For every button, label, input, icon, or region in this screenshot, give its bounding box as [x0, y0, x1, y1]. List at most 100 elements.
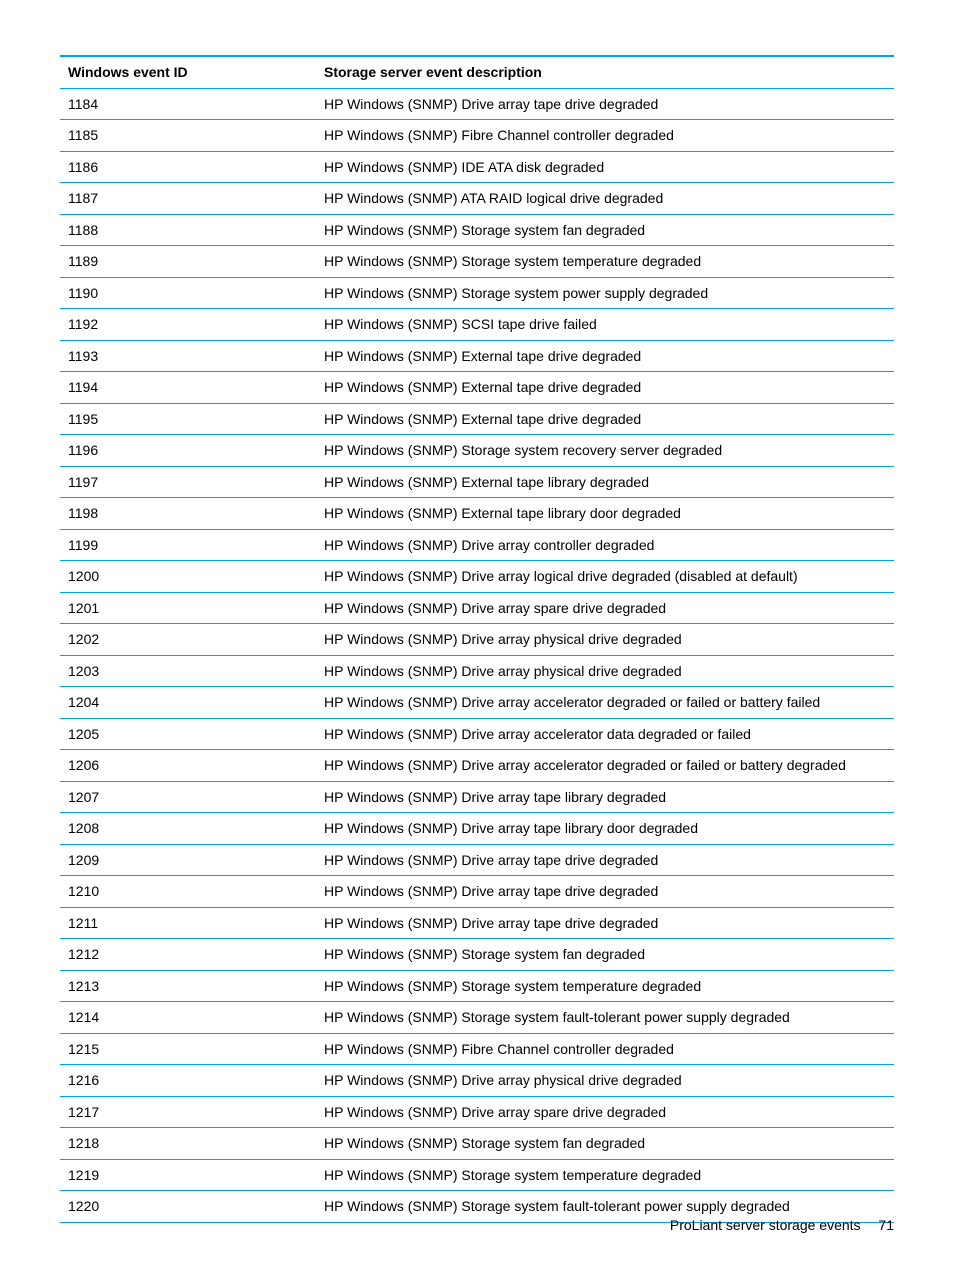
cell-event-description: HP Windows (SNMP) Drive array controller…: [316, 529, 894, 561]
table-row: 1199HP Windows (SNMP) Drive array contro…: [60, 529, 894, 561]
cell-event-description: HP Windows (SNMP) Drive array physical d…: [316, 624, 894, 656]
cell-event-description: HP Windows (SNMP) Drive array tape drive…: [316, 907, 894, 939]
table-row: 1211HP Windows (SNMP) Drive array tape d…: [60, 907, 894, 939]
cell-event-id: 1201: [60, 592, 316, 624]
cell-event-id: 1210: [60, 876, 316, 908]
cell-event-description: HP Windows (SNMP) Storage system tempera…: [316, 1159, 894, 1191]
table-row: 1202HP Windows (SNMP) Drive array physic…: [60, 624, 894, 656]
table-row: 1206HP Windows (SNMP) Drive array accele…: [60, 750, 894, 782]
cell-event-id: 1197: [60, 466, 316, 498]
cell-event-id: 1206: [60, 750, 316, 782]
cell-event-description: HP Windows (SNMP) Drive array physical d…: [316, 655, 894, 687]
table-row: 1184HP Windows (SNMP) Drive array tape d…: [60, 88, 894, 120]
table-row: 1209HP Windows (SNMP) Drive array tape d…: [60, 844, 894, 876]
cell-event-description: HP Windows (SNMP) Drive array logical dr…: [316, 561, 894, 593]
cell-event-id: 1184: [60, 88, 316, 120]
cell-event-description: HP Windows (SNMP) Drive array spare driv…: [316, 592, 894, 624]
cell-event-id: 1196: [60, 435, 316, 467]
cell-event-description: HP Windows (SNMP) Drive array accelerato…: [316, 718, 894, 750]
table-row: 1208HP Windows (SNMP) Drive array tape l…: [60, 813, 894, 845]
table-row: 1198HP Windows (SNMP) External tape libr…: [60, 498, 894, 530]
cell-event-id: 1218: [60, 1128, 316, 1160]
table-row: 1187HP Windows (SNMP) ATA RAID logical d…: [60, 183, 894, 215]
table-header-row: Windows event ID Storage server event de…: [60, 56, 894, 88]
cell-event-description: HP Windows (SNMP) Drive array spare driv…: [316, 1096, 894, 1128]
table-row: 1185HP Windows (SNMP) Fibre Channel cont…: [60, 120, 894, 152]
table-row: 1195HP Windows (SNMP) External tape driv…: [60, 403, 894, 435]
cell-event-description: HP Windows (SNMP) Drive array physical d…: [316, 1065, 894, 1097]
cell-event-id: 1216: [60, 1065, 316, 1097]
table-row: 1216HP Windows (SNMP) Drive array physic…: [60, 1065, 894, 1097]
table-row: 1213HP Windows (SNMP) Storage system tem…: [60, 970, 894, 1002]
cell-event-id: 1209: [60, 844, 316, 876]
table-row: 1196HP Windows (SNMP) Storage system rec…: [60, 435, 894, 467]
events-table: Windows event ID Storage server event de…: [60, 55, 894, 1223]
header-event-description: Storage server event description: [316, 56, 894, 88]
cell-event-id: 1220: [60, 1191, 316, 1223]
cell-event-description: HP Windows (SNMP) Storage system fan deg…: [316, 1128, 894, 1160]
cell-event-description: HP Windows (SNMP) Storage system tempera…: [316, 246, 894, 278]
cell-event-id: 1186: [60, 151, 316, 183]
cell-event-description: HP Windows (SNMP) Storage system recover…: [316, 435, 894, 467]
table-row: 1189HP Windows (SNMP) Storage system tem…: [60, 246, 894, 278]
cell-event-description: HP Windows (SNMP) Drive array tape libra…: [316, 813, 894, 845]
header-event-id: Windows event ID: [60, 56, 316, 88]
cell-event-description: HP Windows (SNMP) External tape library …: [316, 466, 894, 498]
table-row: 1192HP Windows (SNMP) SCSI tape drive fa…: [60, 309, 894, 341]
page-number: 71: [878, 1217, 894, 1233]
cell-event-id: 1217: [60, 1096, 316, 1128]
table-row: 1197HP Windows (SNMP) External tape libr…: [60, 466, 894, 498]
cell-event-id: 1187: [60, 183, 316, 215]
cell-event-description: HP Windows (SNMP) Storage system fault-t…: [316, 1002, 894, 1034]
cell-event-id: 1190: [60, 277, 316, 309]
table-row: 1194HP Windows (SNMP) External tape driv…: [60, 372, 894, 404]
table-row: 1215HP Windows (SNMP) Fibre Channel cont…: [60, 1033, 894, 1065]
table-row: 1217HP Windows (SNMP) Drive array spare …: [60, 1096, 894, 1128]
cell-event-description: HP Windows (SNMP) Storage system tempera…: [316, 970, 894, 1002]
cell-event-id: 1205: [60, 718, 316, 750]
table-row: 1201HP Windows (SNMP) Drive array spare …: [60, 592, 894, 624]
table-row: 1203HP Windows (SNMP) Drive array physic…: [60, 655, 894, 687]
cell-event-description: HP Windows (SNMP) Drive array tape drive…: [316, 88, 894, 120]
cell-event-description: HP Windows (SNMP) SCSI tape drive failed: [316, 309, 894, 341]
cell-event-description: HP Windows (SNMP) External tape library …: [316, 498, 894, 530]
cell-event-description: HP Windows (SNMP) IDE ATA disk degraded: [316, 151, 894, 183]
cell-event-id: 1192: [60, 309, 316, 341]
cell-event-id: 1193: [60, 340, 316, 372]
cell-event-id: 1194: [60, 372, 316, 404]
cell-event-description: HP Windows (SNMP) Drive array tape libra…: [316, 781, 894, 813]
cell-event-description: HP Windows (SNMP) Drive array tape drive…: [316, 876, 894, 908]
cell-event-description: HP Windows (SNMP) Drive array accelerato…: [316, 687, 894, 719]
table-row: 1214HP Windows (SNMP) Storage system fau…: [60, 1002, 894, 1034]
table-row: 1188HP Windows (SNMP) Storage system fan…: [60, 214, 894, 246]
cell-event-id: 1213: [60, 970, 316, 1002]
cell-event-description: HP Windows (SNMP) Fibre Channel controll…: [316, 1033, 894, 1065]
cell-event-id: 1198: [60, 498, 316, 530]
table-row: 1212HP Windows (SNMP) Storage system fan…: [60, 939, 894, 971]
cell-event-id: 1195: [60, 403, 316, 435]
table-row: 1204HP Windows (SNMP) Drive array accele…: [60, 687, 894, 719]
cell-event-id: 1200: [60, 561, 316, 593]
table-row: 1200HP Windows (SNMP) Drive array logica…: [60, 561, 894, 593]
cell-event-id: 1199: [60, 529, 316, 561]
table-row: 1218HP Windows (SNMP) Storage system fan…: [60, 1128, 894, 1160]
table-row: 1219HP Windows (SNMP) Storage system tem…: [60, 1159, 894, 1191]
table-row: 1210HP Windows (SNMP) Drive array tape d…: [60, 876, 894, 908]
cell-event-id: 1212: [60, 939, 316, 971]
footer-text: ProLiant server storage events: [670, 1217, 861, 1233]
cell-event-id: 1204: [60, 687, 316, 719]
cell-event-id: 1188: [60, 214, 316, 246]
table-row: 1190HP Windows (SNMP) Storage system pow…: [60, 277, 894, 309]
table-row: 1205HP Windows (SNMP) Drive array accele…: [60, 718, 894, 750]
cell-event-description: HP Windows (SNMP) Storage system fan deg…: [316, 939, 894, 971]
page-footer: ProLiant server storage events 71: [670, 1217, 894, 1233]
cell-event-id: 1185: [60, 120, 316, 152]
cell-event-description: HP Windows (SNMP) Drive array tape drive…: [316, 844, 894, 876]
cell-event-description: HP Windows (SNMP) External tape drive de…: [316, 403, 894, 435]
cell-event-description: HP Windows (SNMP) Fibre Channel controll…: [316, 120, 894, 152]
document-page: Windows event ID Storage server event de…: [0, 0, 954, 1271]
cell-event-id: 1189: [60, 246, 316, 278]
cell-event-id: 1211: [60, 907, 316, 939]
cell-event-id: 1203: [60, 655, 316, 687]
cell-event-id: 1207: [60, 781, 316, 813]
